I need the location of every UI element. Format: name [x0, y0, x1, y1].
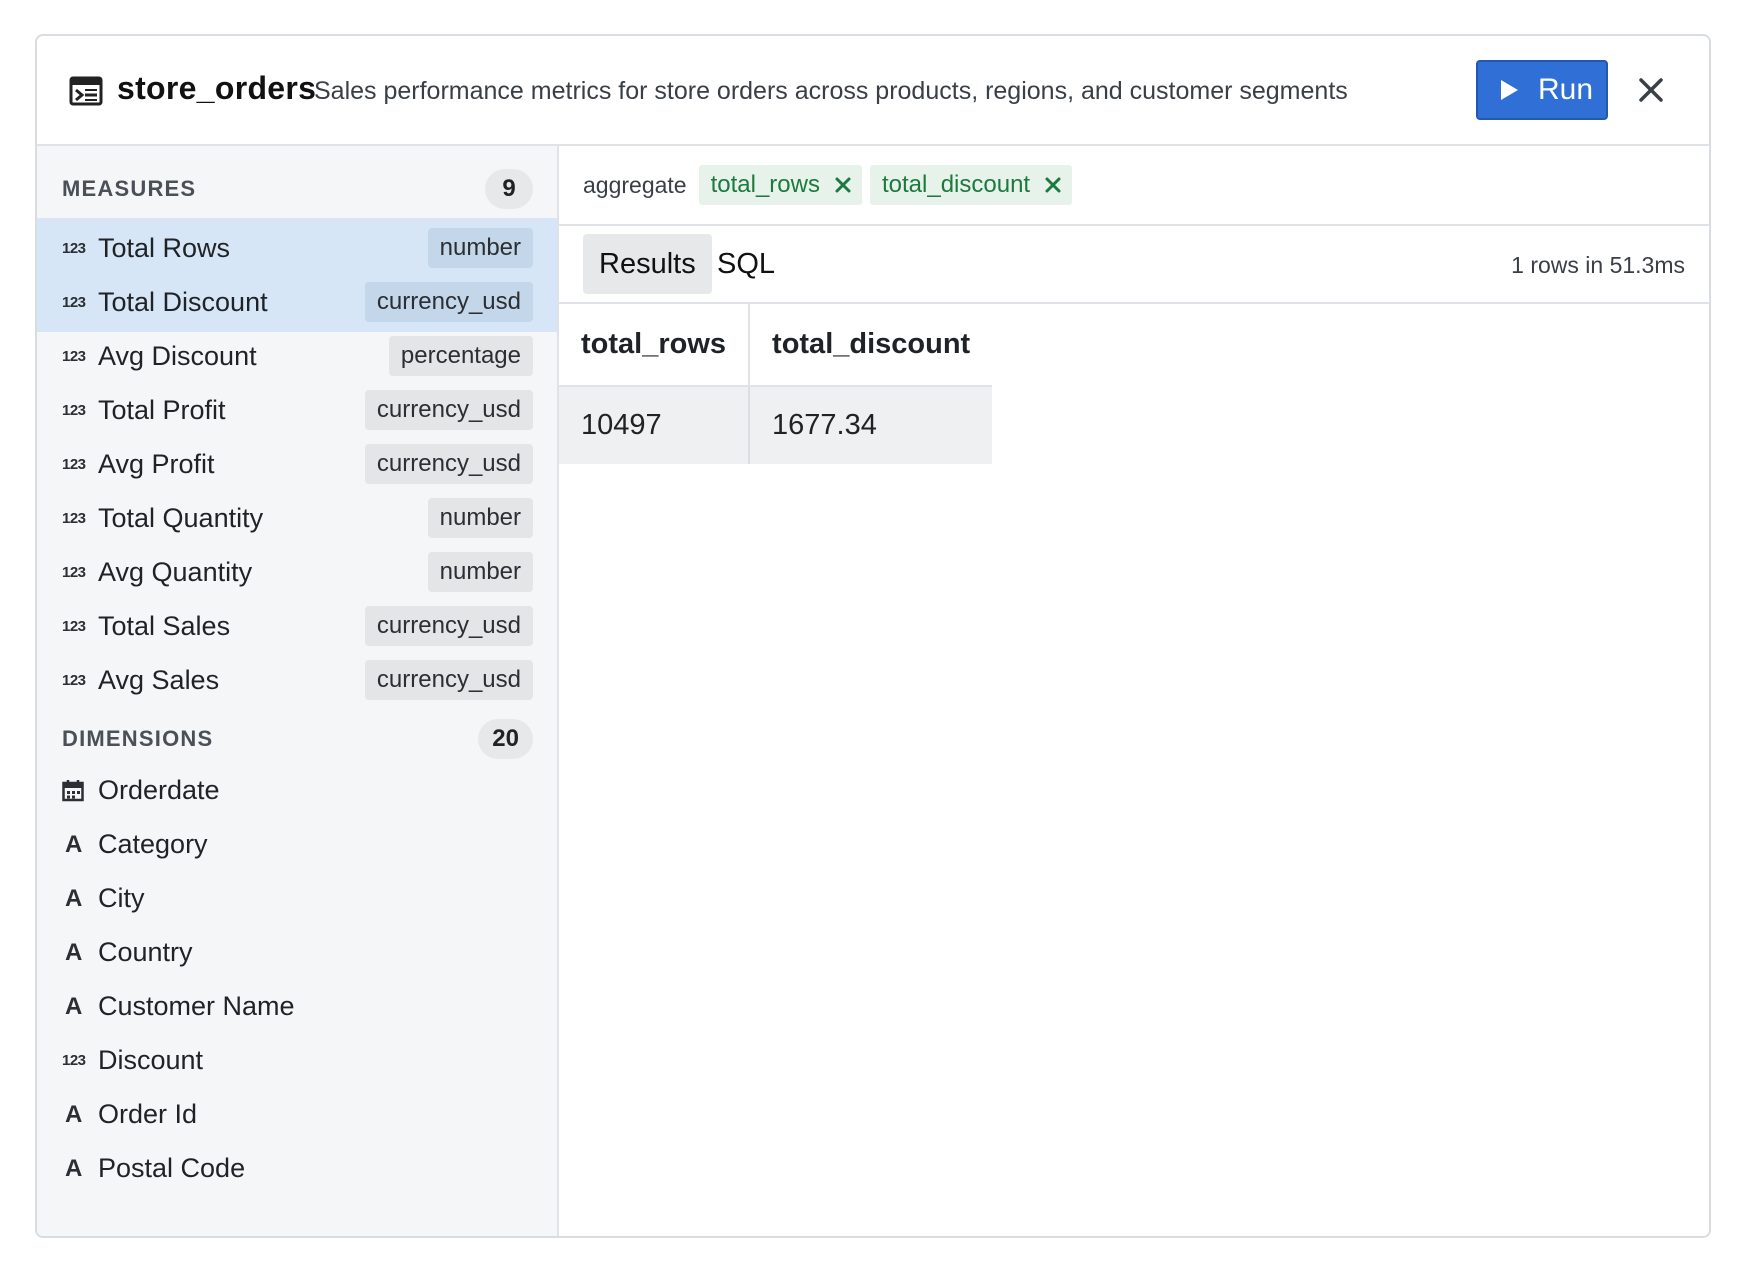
number-type-icon: 123: [62, 455, 86, 473]
number-type-icon: 123: [62, 509, 86, 527]
table-header-row: total_rows total_discount: [559, 304, 993, 387]
run-button[interactable]: Run: [1476, 60, 1608, 120]
measure-type-badge: currency_usd: [364, 660, 533, 700]
measure-item-avg-quantity[interactable]: 123 Avg Quantity number: [37, 542, 557, 602]
measure-label: Total Profit: [98, 394, 226, 425]
string-type-icon: A: [65, 1154, 83, 1182]
string-type-icon: A: [65, 938, 83, 966]
measure-type-badge: currency_usd: [364, 444, 533, 484]
remove-icon[interactable]: [1044, 176, 1062, 194]
dimension-label: Orderdate: [98, 775, 220, 805]
measure-label: Avg Discount: [98, 340, 257, 371]
query-bar: aggregate total_rows total_discount: [559, 146, 1709, 226]
string-type-icon: A: [65, 884, 83, 912]
dimensions-section-header: DIMENSIONS 20: [62, 717, 533, 761]
result-tabs: Results SQL 1 rows in 51.3ms: [559, 226, 1709, 304]
measure-type-badge: number: [427, 498, 533, 538]
measure-type-badge: percentage: [388, 336, 533, 376]
dimensions-label: DIMENSIONS: [62, 726, 214, 751]
chip-label: total_discount: [881, 171, 1031, 198]
measure-label: Total Rows: [98, 232, 231, 263]
measure-label: Total Discount: [98, 286, 268, 317]
remove-icon[interactable]: [834, 176, 852, 194]
aggregate-label: aggregate: [583, 171, 687, 198]
dimensions-count-badge: 20: [478, 719, 533, 759]
measure-label: Avg Profit: [98, 448, 215, 479]
dimension-item-order-id[interactable]: A Order Id: [37, 1088, 557, 1141]
measure-item-total-sales[interactable]: 123 Total Sales currency_usd: [37, 596, 557, 656]
close-icon[interactable]: [1635, 74, 1667, 106]
measure-item-total-quantity[interactable]: 123 Total Quantity number: [37, 488, 557, 548]
string-type-icon: A: [65, 1100, 83, 1128]
number-type-icon: 123: [62, 617, 86, 635]
run-button-label: Run: [1538, 73, 1594, 106]
query-chip-total-rows[interactable]: total_rows: [698, 165, 862, 205]
string-type-icon: A: [65, 992, 83, 1020]
measure-type-badge: currency_usd: [364, 606, 533, 646]
measure-label: Total Quantity: [98, 502, 264, 533]
measure-item-total-rows[interactable]: 123 Total Rows number: [37, 218, 557, 278]
measures-section-header: MEASURES 9: [62, 167, 533, 211]
number-type-icon: 123: [62, 1052, 86, 1069]
model-description: Sales performance metrics for store orde…: [314, 77, 1348, 105]
results-table: total_rows total_discount 10497 1677.34: [559, 304, 993, 464]
model-title: store_orders: [117, 70, 317, 106]
string-type-icon: A: [65, 830, 83, 858]
header: store_orders Sales performance metrics f…: [37, 36, 1709, 146]
play-icon: [1501, 80, 1518, 100]
tab-results[interactable]: Results: [583, 234, 712, 294]
number-type-icon: 123: [62, 293, 86, 311]
dimension-label: Postal Code: [98, 1153, 246, 1183]
measure-item-total-discount[interactable]: 123 Total Discount currency_usd: [37, 272, 557, 332]
number-type-icon: 123: [62, 347, 86, 365]
measure-item-total-profit[interactable]: 123 Total Profit currency_usd: [37, 380, 557, 440]
calendar-icon: [62, 779, 88, 802]
dimension-label: Category: [98, 829, 208, 859]
measure-type-badge: currency_usd: [364, 390, 533, 430]
measure-label: Total Sales: [98, 610, 231, 641]
table-cell: 1677.34: [749, 386, 993, 464]
query-timing: 1 rows in 51.3ms: [1511, 252, 1685, 278]
main-content: aggregate total_rows total_discount Resu…: [559, 146, 1709, 1236]
dimension-label: Order Id: [98, 1099, 198, 1129]
measures-count-badge: 9: [485, 169, 533, 209]
dimension-item-customer-name[interactable]: A Customer Name: [37, 980, 557, 1033]
dimension-label: Discount: [98, 1045, 204, 1075]
measure-label: Avg Quantity: [98, 556, 253, 587]
dimension-item-category[interactable]: A Category: [37, 818, 557, 871]
measure-item-avg-sales[interactable]: 123 Avg Sales currency_usd: [37, 650, 557, 710]
measure-item-avg-profit[interactable]: 123 Avg Profit currency_usd: [37, 434, 557, 494]
column-header[interactable]: total_rows: [559, 304, 751, 387]
dimension-label: City: [98, 883, 145, 913]
table-cell: 10497: [559, 386, 751, 464]
column-header[interactable]: total_discount: [749, 304, 993, 387]
query-chip-total-discount[interactable]: total_discount: [869, 165, 1073, 205]
explorer-panel: store_orders Sales performance metrics f…: [35, 34, 1711, 1238]
dimension-item-discount[interactable]: 123 Discount: [37, 1034, 557, 1087]
number-type-icon: 123: [62, 401, 86, 419]
number-type-icon: 123: [62, 239, 86, 257]
table-row: 10497 1677.34: [559, 386, 993, 464]
measures-label: MEASURES: [62, 176, 197, 201]
dimension-item-city[interactable]: A City: [37, 872, 557, 925]
measure-label: Avg Sales: [98, 664, 220, 695]
measure-item-avg-discount[interactable]: 123 Avg Discount percentage: [37, 326, 557, 386]
table-model-icon: [69, 76, 103, 106]
dimension-label: Customer Name: [98, 991, 295, 1021]
dimension-item-orderdate[interactable]: Orderdate: [37, 764, 557, 817]
measure-type-badge: currency_usd: [364, 282, 533, 322]
number-type-icon: 123: [62, 671, 86, 689]
tab-sql[interactable]: SQL: [701, 234, 791, 294]
measure-type-badge: number: [427, 228, 533, 268]
dimension-item-postal-code[interactable]: A Postal Code: [37, 1142, 557, 1195]
dimension-label: Country: [98, 937, 193, 967]
dimension-item-country[interactable]: A Country: [37, 926, 557, 979]
measure-type-badge: number: [427, 552, 533, 592]
field-sidebar[interactable]: MEASURES 9 123 Total Rows number 123 Tot…: [37, 146, 559, 1236]
number-type-icon: 123: [62, 563, 86, 581]
chip-label: total_rows: [710, 171, 820, 198]
